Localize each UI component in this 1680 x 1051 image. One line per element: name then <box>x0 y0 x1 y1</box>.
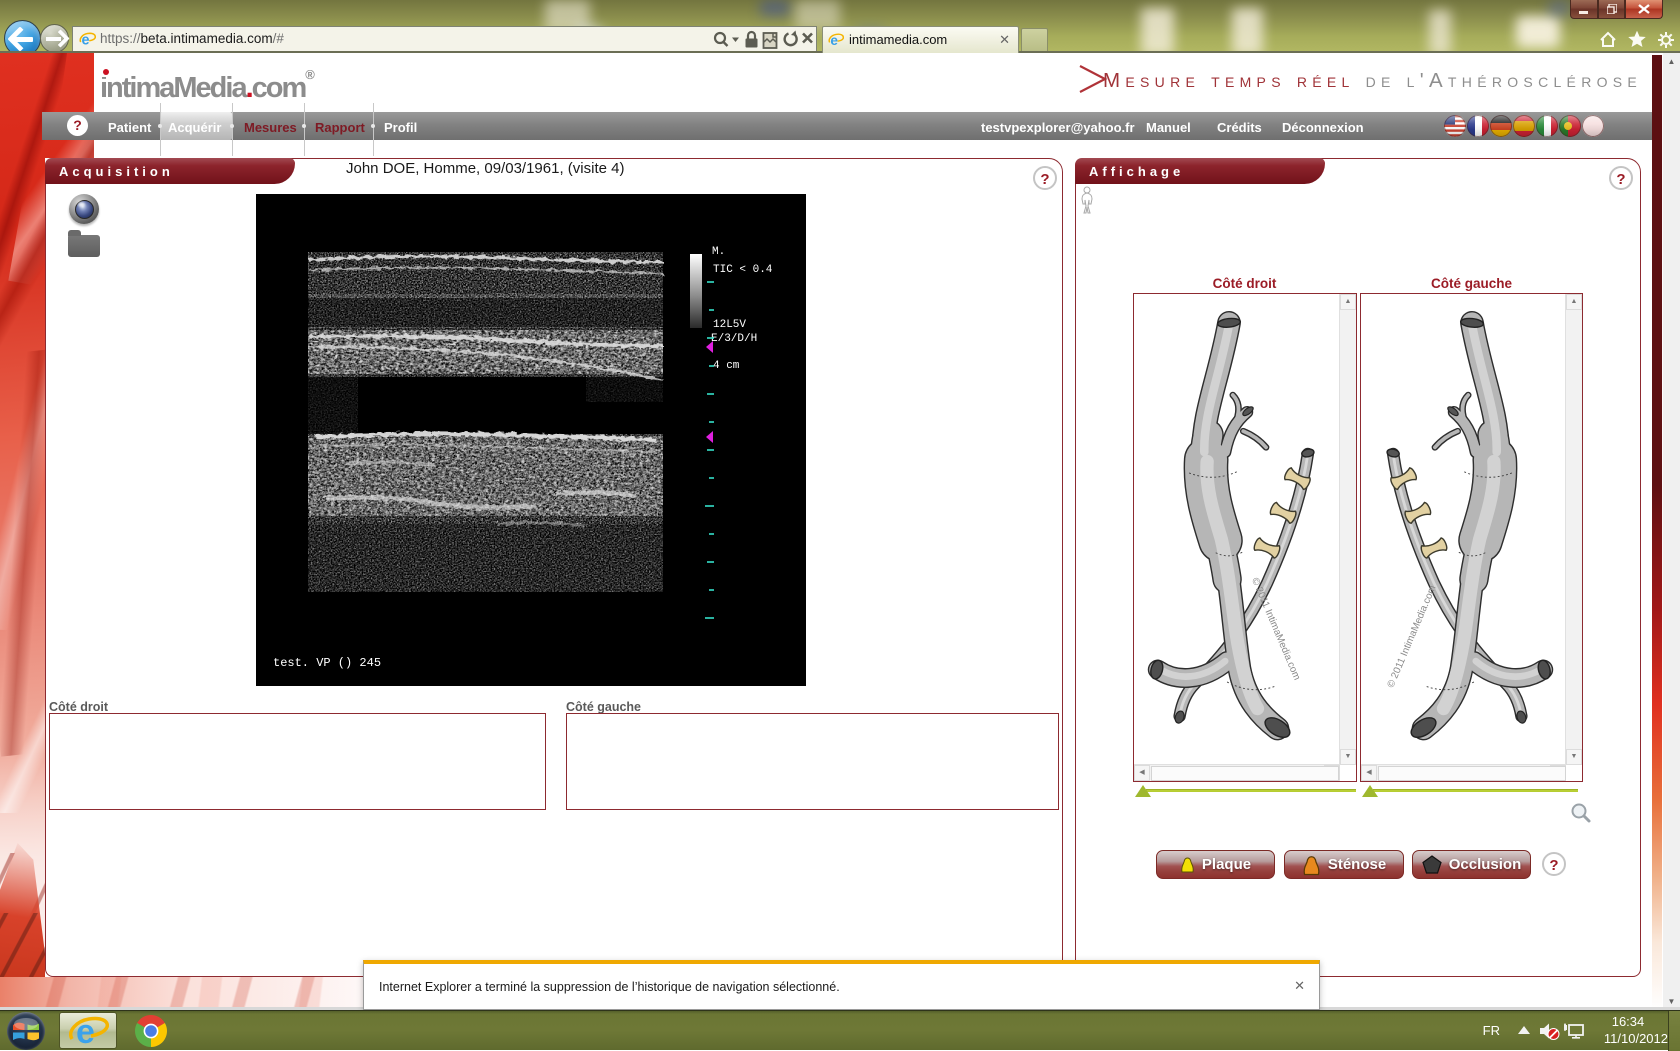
svg-text:M.: M. <box>712 246 725 258</box>
svg-text:test. VP () 245: test. VP () 245 <box>273 656 381 670</box>
svg-text:E/3/D/H: E/3/D/H <box>711 333 757 345</box>
svg-text:TIC < 0.4: TIC < 0.4 <box>713 264 773 276</box>
svg-text:© 2011 IntimaMedia.com: © 2011 IntimaMedia.com <box>1385 584 1438 690</box>
svg-text:12L5V: 12L5V <box>713 319 746 331</box>
svg-text:4 cm: 4 cm <box>713 360 740 372</box>
svg-text:© 2011 IntimaMedia.com: © 2011 IntimaMedia.com <box>1249 576 1302 682</box>
